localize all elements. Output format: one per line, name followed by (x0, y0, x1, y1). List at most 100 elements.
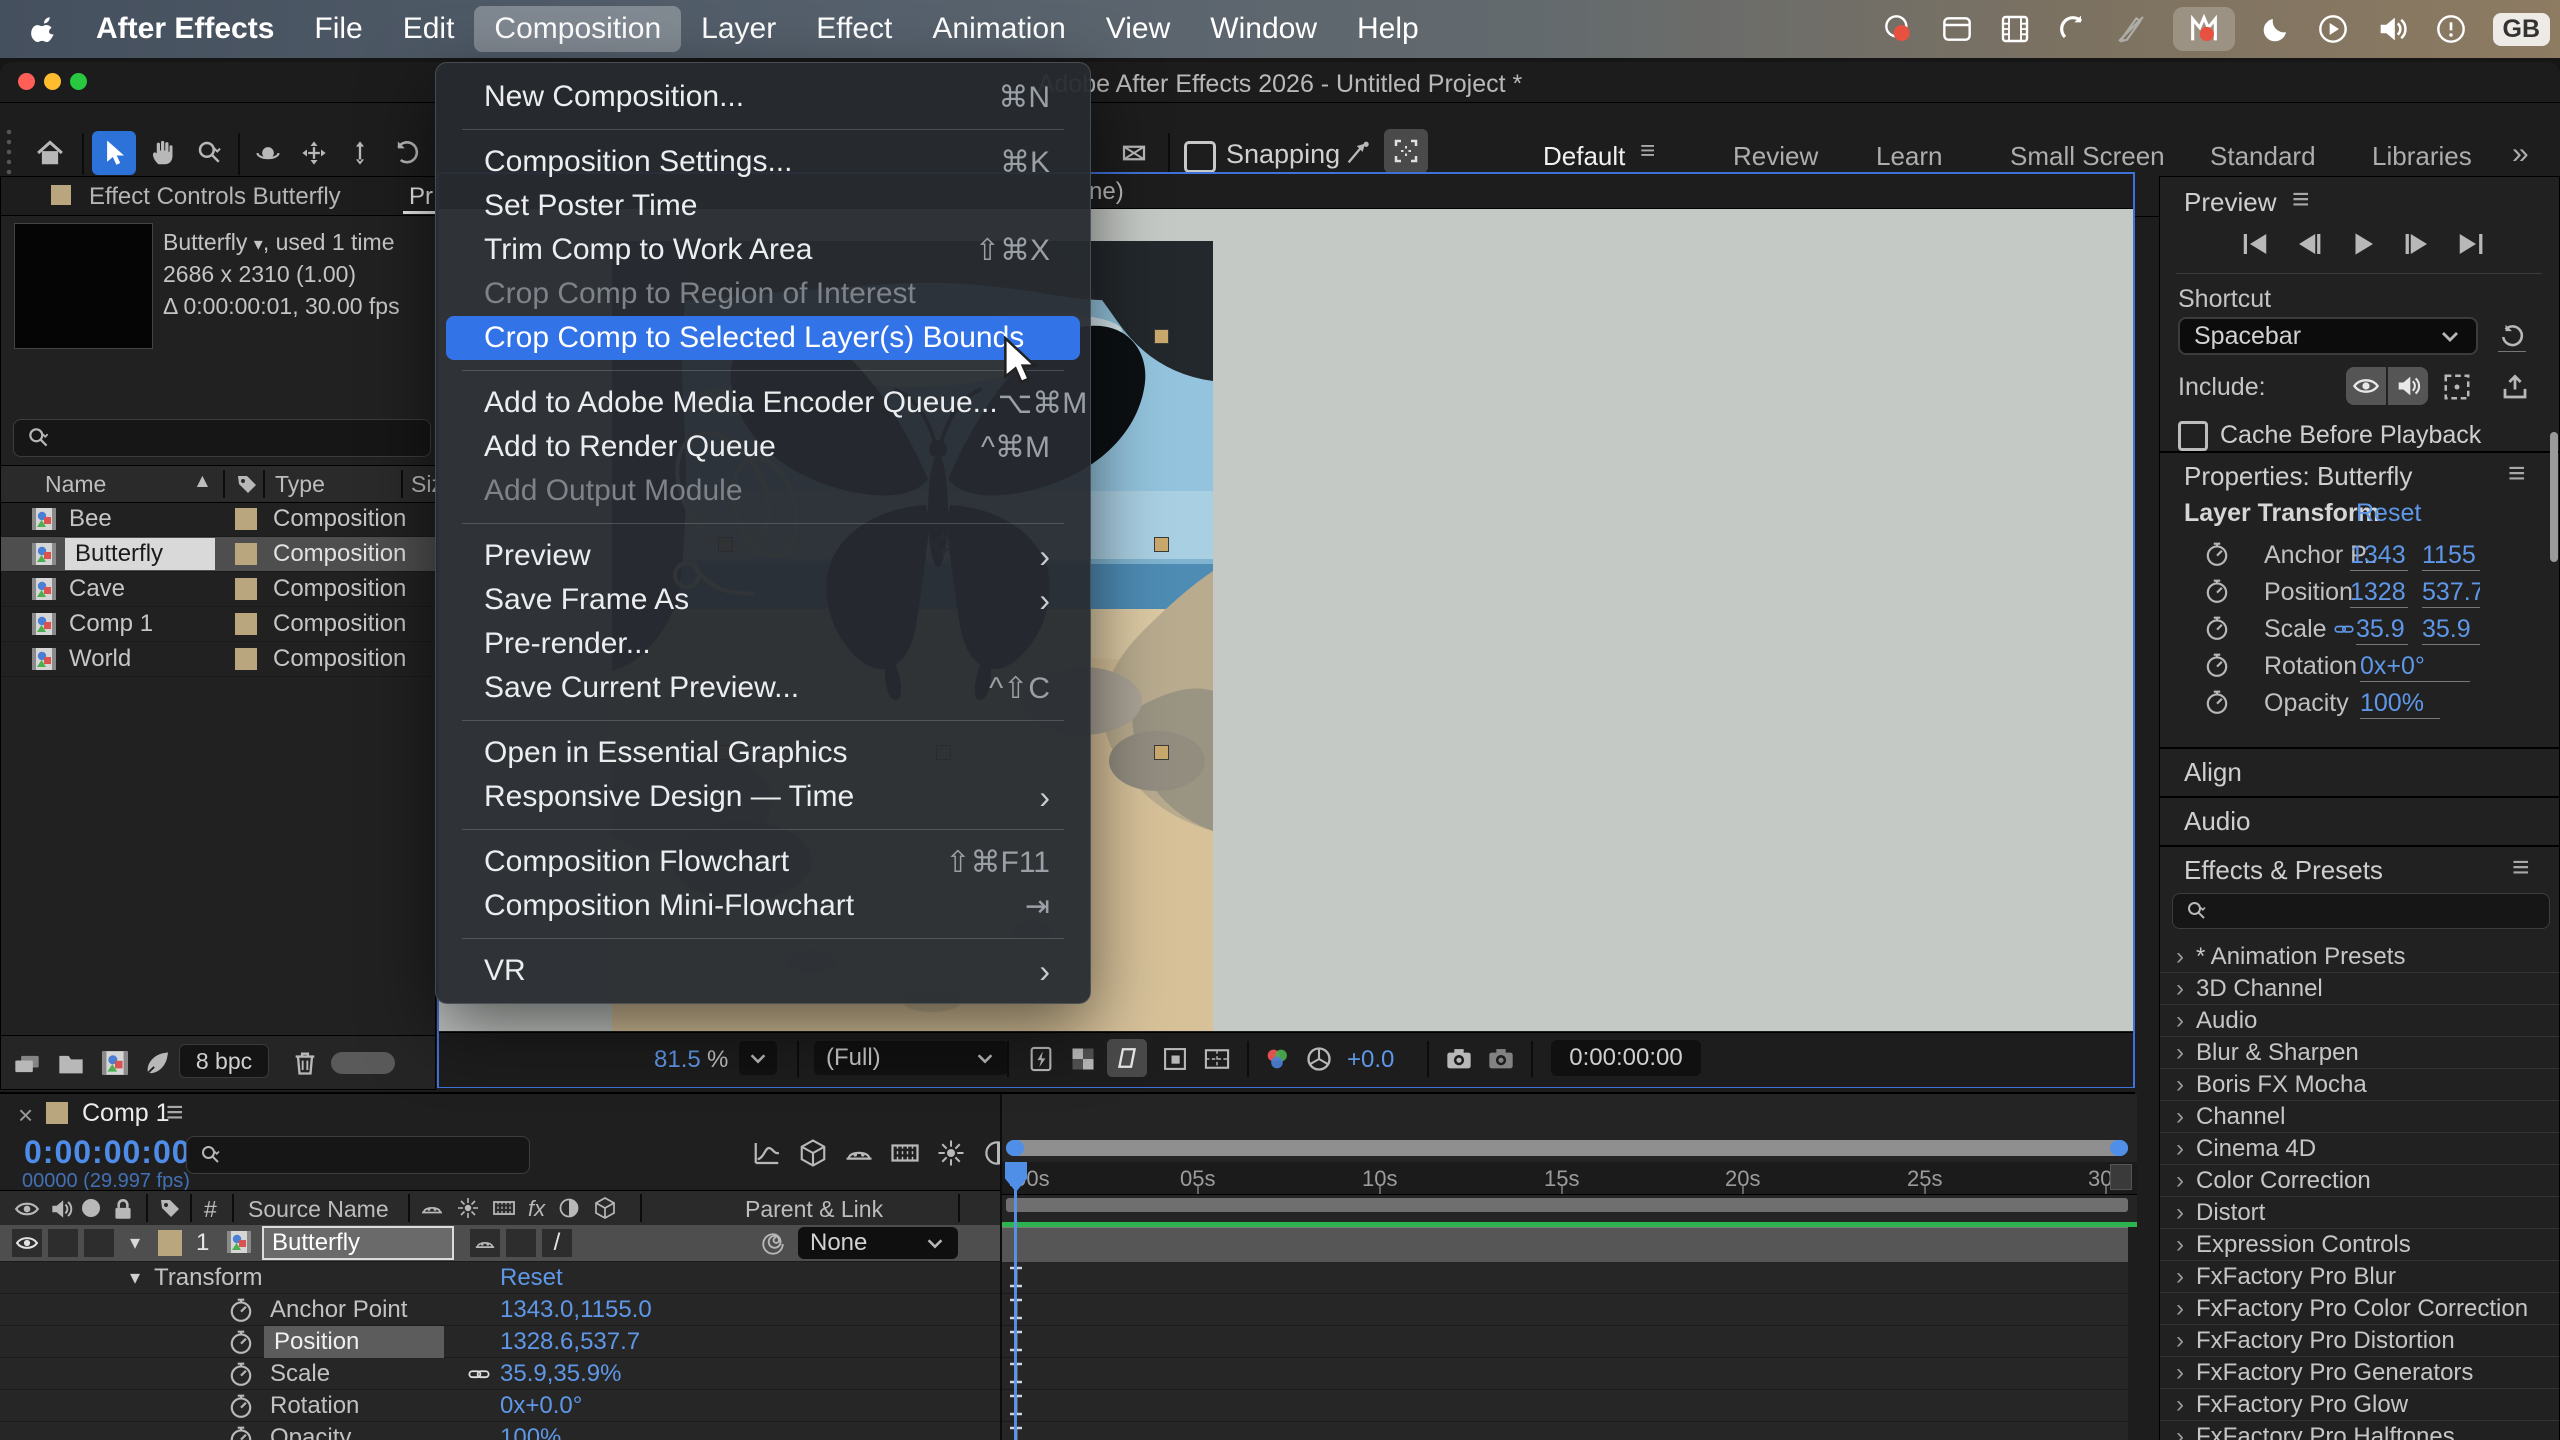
display-icon[interactable] (1941, 13, 1973, 45)
project-row-bee[interactable]: Bee Composition (1, 502, 435, 537)
effects-group[interactable]: ›Expression Controls (2160, 1229, 2559, 1261)
pencil-off-icon[interactable] (2115, 13, 2147, 45)
layer-label-chip[interactable] (158, 1230, 182, 1256)
effects-presets-menu-icon[interactable]: ≡ (2512, 851, 2530, 885)
menu-edit[interactable]: Edit (383, 6, 475, 52)
position-row[interactable]: Position 1328.6,537.7 (0, 1326, 1000, 1358)
reset-shortcut-icon[interactable] (2498, 323, 2526, 352)
effects-group[interactable]: ›Distort (2160, 1197, 2559, 1229)
effects-group[interactable]: ›Cinema 4D (2160, 1133, 2559, 1165)
workspace-overflow-chevrons[interactable]: » (2512, 137, 2529, 171)
no-mask-icon[interactable] (1112, 131, 1156, 175)
sort-ascending-icon[interactable]: ▲ (193, 471, 212, 493)
render-rocket-icon[interactable] (143, 1050, 171, 1078)
scale-x-value[interactable]: 35.9 (2356, 615, 2408, 645)
menu-item-trim-comp-to-work-area[interactable]: Trim Comp to Work Area⇧⌘X (446, 228, 1080, 272)
preview-panel-menu-icon[interactable]: ≡ (2292, 183, 2310, 217)
trash-icon[interactable] (291, 1049, 319, 1077)
menu-item-open-in-essential-graphics[interactable]: Open in Essential Graphics (446, 731, 1080, 775)
transparency-grid-icon[interactable] (1069, 1045, 1097, 1073)
label-color-chip[interactable] (235, 578, 257, 600)
rotation-value[interactable]: 0x+0° (2360, 652, 2470, 682)
tab-effect-controls[interactable]: Effect Controls Butterfly (89, 183, 341, 211)
new-folder-icon[interactable] (57, 1050, 85, 1078)
audio-panel[interactable]: Audio (2159, 797, 2560, 846)
effects-group[interactable]: ›Channel (2160, 1101, 2559, 1133)
menu-item-crop-comp-to-selected-layers-bounds[interactable]: Crop Comp to Selected Layer(s) Bounds (446, 316, 1080, 360)
layer-name-butterfly[interactable]: Butterfly (262, 1226, 454, 1260)
scale-link-icon[interactable] (466, 1363, 492, 1385)
menu-item-pre-render[interactable]: Pre-render... (446, 622, 1080, 666)
interpret-footage-icon[interactable] (13, 1050, 41, 1078)
fx-column-icon[interactable]: fx (528, 1196, 545, 1222)
cache-before-playback-checkbox[interactable] (2178, 421, 2208, 451)
timeline-ruler[interactable]: :00s 05s 10s 15s 20s 25s 30s (1002, 1162, 2137, 1195)
menubar-app-m-icon[interactable] (2173, 7, 2235, 51)
region-of-interest-icon[interactable] (1161, 1045, 1189, 1073)
app-menu-after-effects[interactable]: After Effects (76, 6, 294, 52)
effects-group[interactable]: ›Blur & Sharpen (2160, 1037, 2559, 1069)
timeline-current-timecode[interactable]: 0:00:00:00 (24, 1134, 191, 1171)
position-value[interactable]: 1328.6,537.7 (500, 1328, 640, 1356)
draft-3d-icon[interactable] (798, 1138, 828, 1168)
work-area-bar[interactable] (1006, 1198, 2128, 1212)
layer-visibility-eye[interactable] (12, 1229, 42, 1257)
column-type[interactable]: Type (275, 471, 325, 498)
snapshot-camera-icon[interactable] (1445, 1045, 1473, 1073)
scrollbar-left-handle[interactable] (1006, 1140, 1024, 1156)
menu-view[interactable]: View (1086, 6, 1190, 52)
new-composition-icon[interactable] (101, 1050, 129, 1076)
scale-y-value[interactable]: 35.9 (2422, 615, 2480, 645)
shy-column-icon[interactable] (420, 1196, 444, 1220)
stopwatch-icon[interactable] (228, 1393, 254, 1419)
shortcut-dropdown[interactable]: Spacebar (2178, 317, 2478, 355)
timeline-tab-comp-1[interactable]: Comp 1 (82, 1099, 170, 1128)
play-status-icon[interactable] (2317, 13, 2349, 45)
show-snapshot-icon[interactable] (1487, 1045, 1515, 1073)
position-x-value[interactable]: 1328 (2350, 578, 2408, 608)
transform-group-row[interactable]: ▾ Transform Reset (0, 1262, 1000, 1294)
stopwatch-icon[interactable] (2204, 541, 2230, 567)
parent-dropdown[interactable]: None (798, 1227, 958, 1259)
layer-number-column[interactable]: # (204, 1196, 217, 1223)
effects-group[interactable]: ›FxFactory Pro Distortion (2160, 1325, 2559, 1357)
menu-item-add-to-media-encoder[interactable]: Add to Adobe Media Encoder Queue...⌥⌘M (446, 381, 1080, 425)
handle-bottom-right[interactable] (1154, 745, 1169, 760)
workspace-tab-review[interactable]: Review (1733, 141, 1818, 172)
layer-quality-switch[interactable]: / (542, 1229, 572, 1257)
workspace-tab-learn[interactable]: Learn (1876, 141, 1943, 172)
project-search-input[interactable] (13, 419, 431, 457)
menu-item-add-to-render-queue[interactable]: Add to Render Queue^⌘M (446, 425, 1080, 469)
stopwatch-icon[interactable] (2204, 652, 2230, 678)
viewer-tab-fragment[interactable]: ne) (1089, 178, 1124, 206)
opacity-value[interactable]: 100% (500, 1424, 561, 1440)
mini-flowchart-icon[interactable] (752, 1138, 782, 1168)
menu-item-save-frame-as[interactable]: Save Frame As› (446, 578, 1080, 622)
rotation-row[interactable]: Rotation 0x+0.0° (0, 1390, 1000, 1422)
label-color-chip[interactable] (235, 648, 257, 670)
project-row-cave[interactable]: Cave Composition (1, 572, 435, 607)
volume-icon[interactable] (2375, 12, 2409, 46)
menu-composition[interactable]: Composition (474, 6, 681, 52)
sync-status-icon[interactable] (2057, 13, 2089, 45)
motion-blur-icon[interactable] (936, 1138, 966, 1168)
film-status-icon[interactable] (1999, 13, 2031, 45)
zoom-tool[interactable] (188, 131, 232, 175)
layer-audio-toggle[interactable] (48, 1229, 78, 1257)
play-button[interactable] (2348, 229, 2378, 259)
layer-transform-reset-button[interactable]: Reset (2356, 499, 2421, 528)
effects-group[interactable]: ›FxFactory Pro Glow (2160, 1389, 2559, 1421)
timeline-search-input[interactable] (186, 1136, 530, 1174)
workspace-tab-default[interactable]: Default (1543, 141, 1625, 172)
stopwatch-icon[interactable] (228, 1297, 254, 1323)
align-panel[interactable]: Align (2159, 748, 2560, 797)
menu-animation[interactable]: Animation (912, 6, 1085, 52)
include-video-button[interactable] (2346, 367, 2386, 405)
include-overlays-icon[interactable] (2442, 372, 2472, 402)
anchor-point-row[interactable]: Anchor Point 1343.0,1155.0 (0, 1294, 1000, 1326)
layer-collapse-switch[interactable] (506, 1229, 536, 1257)
opacity-row[interactable]: Opacity 100% (0, 1422, 1000, 1440)
comp-marker-bin[interactable] (2110, 1164, 2132, 1190)
frame-blending-icon[interactable] (890, 1138, 920, 1168)
menu-item-preview[interactable]: Preview› (446, 534, 1080, 578)
